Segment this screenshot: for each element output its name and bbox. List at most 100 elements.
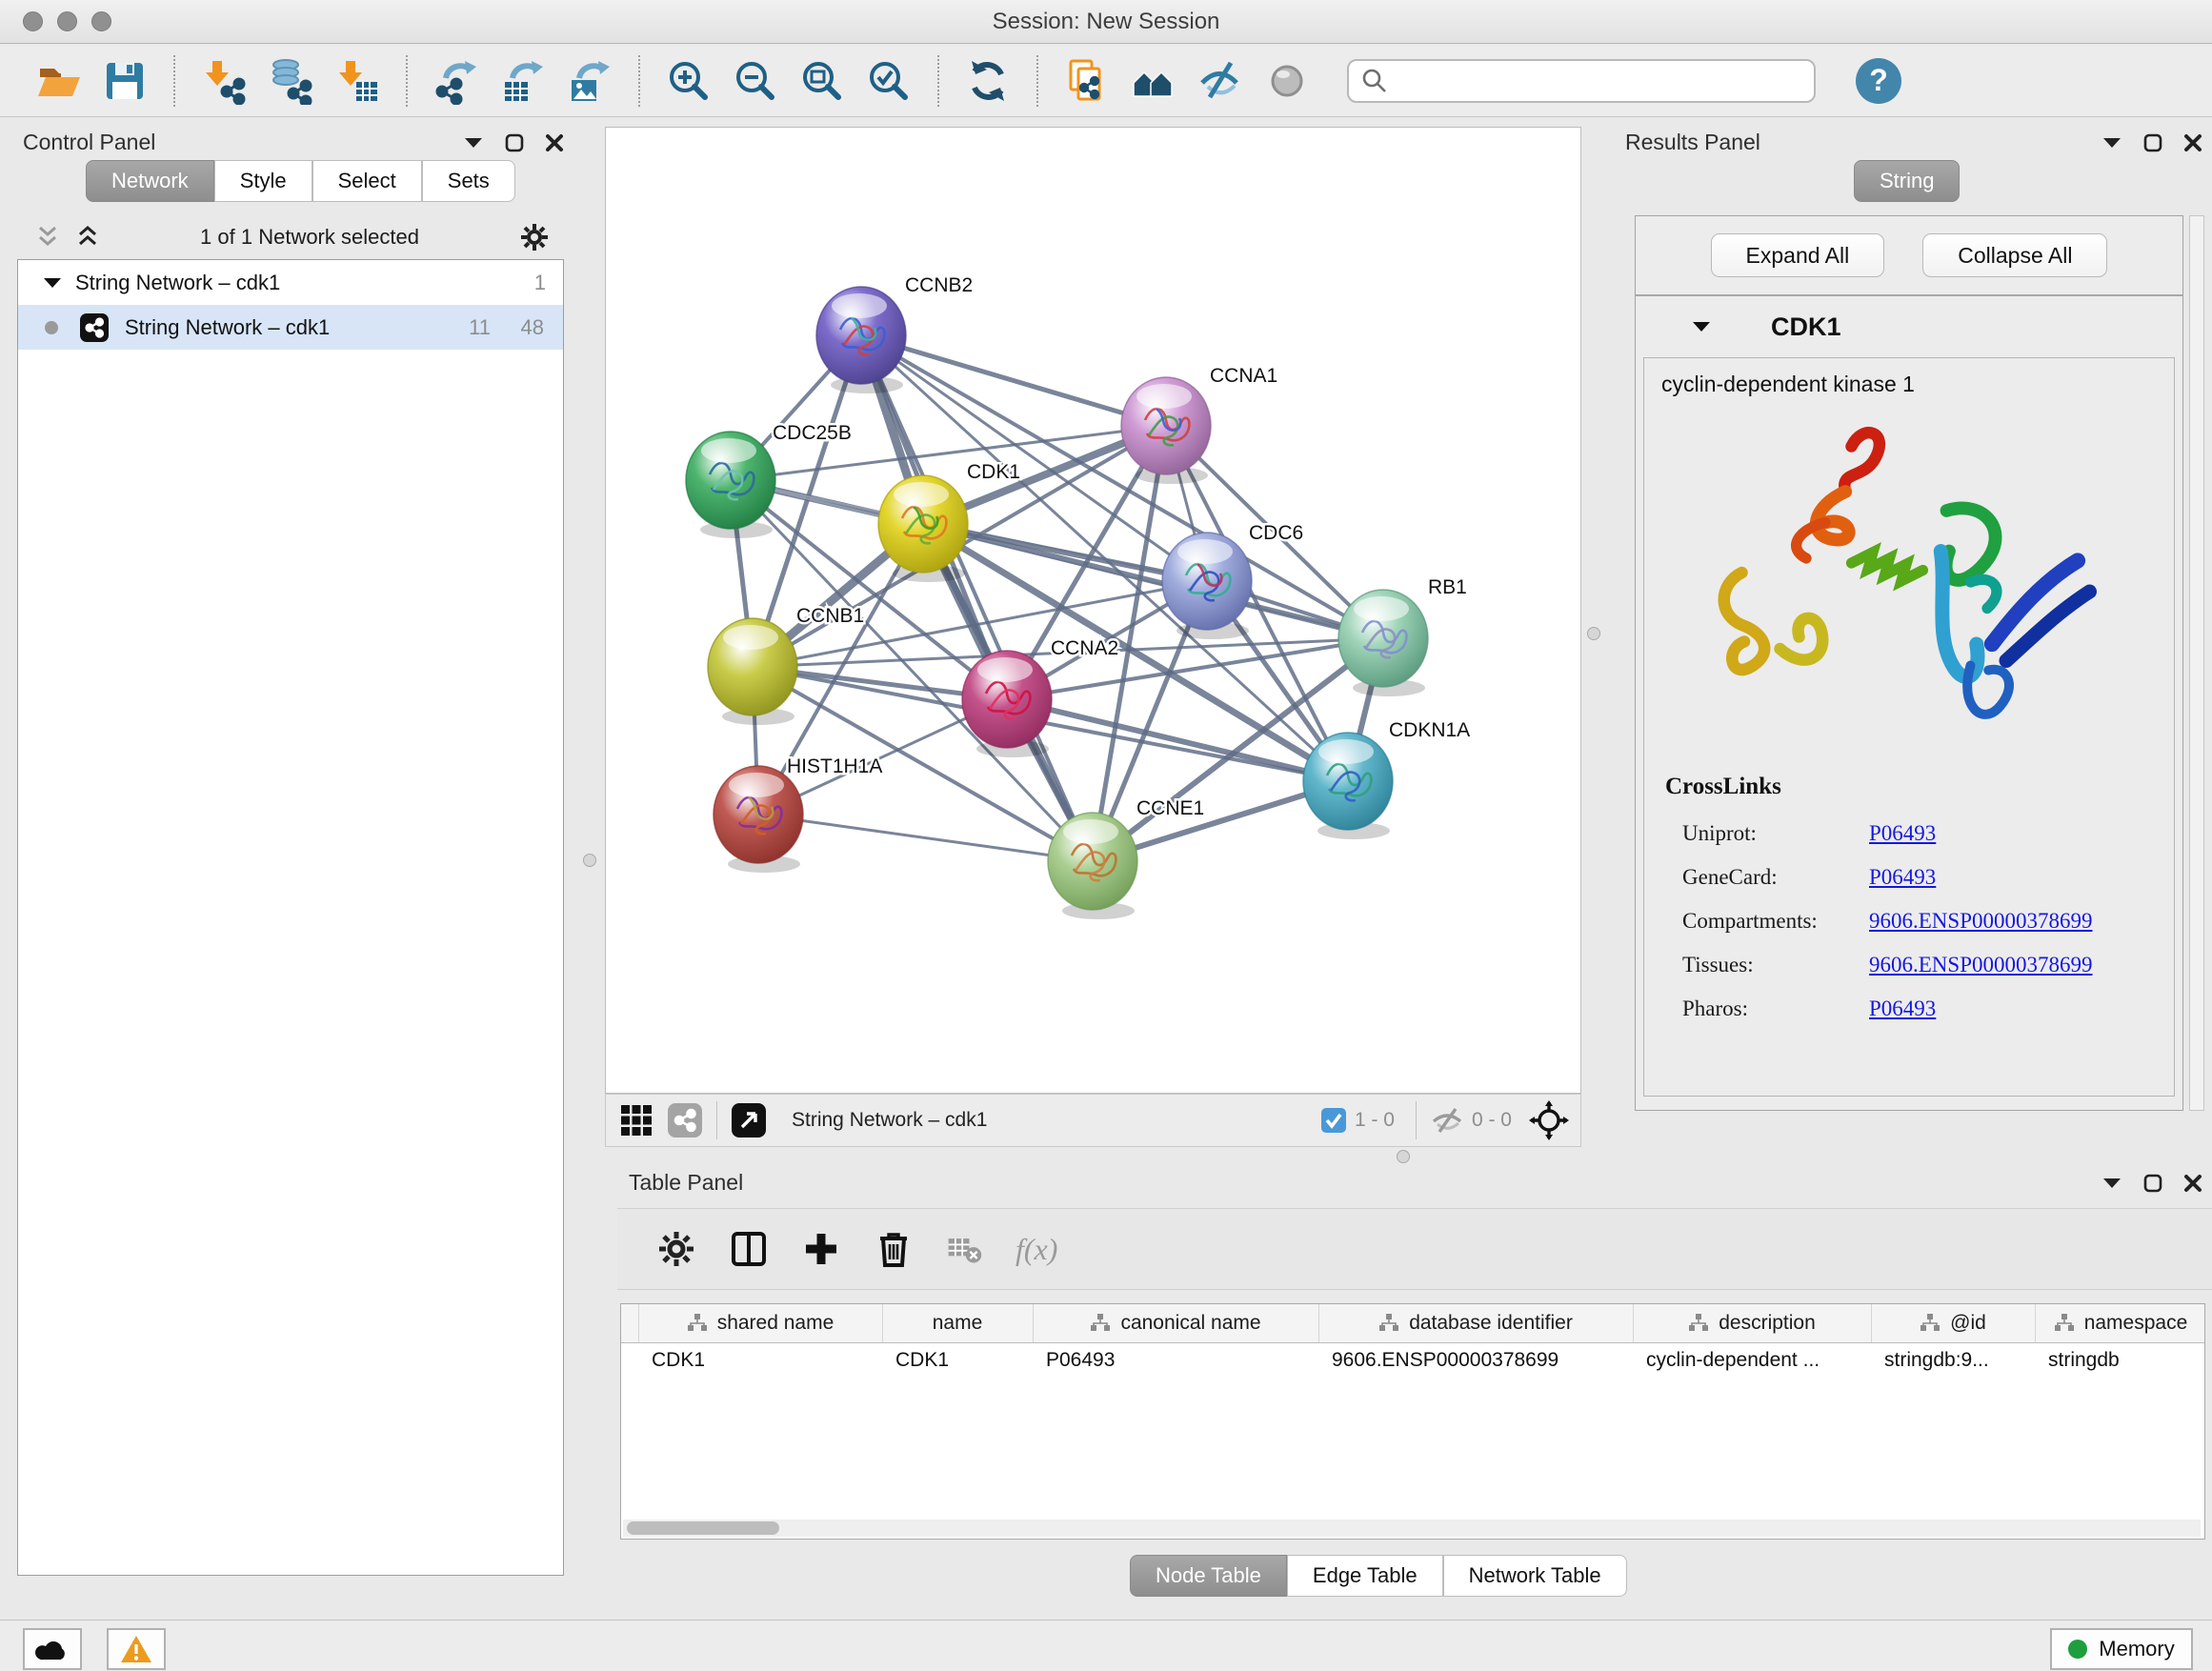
network-node-cdkn1a[interactable]: CDKN1A (1303, 719, 1470, 839)
zoom-selected-icon[interactable] (865, 57, 913, 105)
memory-button[interactable]: Memory (2050, 1628, 2193, 1670)
collection-expand-icon[interactable] (43, 276, 62, 290)
column-header-description[interactable]: description (1633, 1304, 1871, 1342)
open-session-icon[interactable] (34, 57, 82, 105)
network-view-mode-icon[interactable] (667, 1102, 703, 1138)
table-row[interactable]: CDK1CDK1P064939606.ENSP00000378699cyclin… (621, 1342, 2205, 1379)
crosslink-value-link[interactable]: P06493 (1869, 997, 1936, 1021)
crosslink-value-link[interactable]: 9606.ENSP00000378699 (1869, 953, 2093, 977)
add-column-icon[interactable] (800, 1228, 842, 1270)
crosslink-value-link[interactable]: P06493 (1869, 821, 1936, 846)
network-canvas[interactable]: CCNB2CCNA1CDC25BCDK1CDC6RB1CCNB1CCNA2CDK… (605, 127, 1581, 1094)
zoom-out-icon[interactable] (732, 57, 779, 105)
collapse-all-button[interactable]: Collapse All (1922, 233, 2107, 277)
export-network-icon[interactable] (432, 57, 480, 105)
tab-network-table[interactable]: Network Table (1443, 1555, 1627, 1597)
network-node-rb1[interactable]: RB1 (1338, 576, 1467, 696)
column-header-shared-name[interactable]: shared name (638, 1304, 882, 1342)
table-cell[interactable]: 9606.ENSP00000378699 (1318, 1342, 1633, 1379)
table-cell[interactable]: P06493 (1033, 1342, 1318, 1379)
hide-selected-icon[interactable] (1196, 57, 1244, 105)
show-columns-icon[interactable] (728, 1228, 770, 1270)
results-panel-menu-icon[interactable] (2101, 136, 2122, 150)
clone-network-icon[interactable] (1063, 57, 1111, 105)
selected-checkbox-icon[interactable] (1320, 1107, 1347, 1134)
show-selected-icon[interactable] (1263, 57, 1311, 105)
hidden-eye-slash-icon[interactable] (1430, 1106, 1464, 1135)
show-all-networks-icon[interactable] (1130, 57, 1177, 105)
right-splitter-handle[interactable] (1587, 627, 1600, 640)
column-header-name[interactable]: name (882, 1304, 1033, 1342)
crosslink-value-link[interactable]: P06493 (1869, 865, 1936, 890)
zoom-in-icon[interactable] (665, 57, 713, 105)
expand-all-button[interactable]: Expand All (1711, 233, 1885, 277)
results-scrollbar[interactable] (2189, 215, 2204, 1111)
tab-network[interactable]: Network (86, 160, 214, 202)
fit-selection-crosshair-icon[interactable] (1529, 1100, 1569, 1140)
collapse-all-networks-icon[interactable] (34, 225, 61, 250)
control-panel-menu-icon[interactable] (463, 136, 484, 150)
float-table-panel-icon[interactable] (2143, 1174, 2162, 1193)
import-table-icon[interactable] (333, 57, 381, 105)
column-header--id[interactable]: @id (1871, 1304, 2035, 1342)
import-network-file-icon[interactable] (200, 57, 248, 105)
network-collection-row[interactable]: String Network – cdk1 1 (18, 260, 563, 305)
left-splitter-handle[interactable] (583, 854, 596, 867)
table-horizontal-scrollbar[interactable] (623, 1520, 2201, 1537)
refresh-icon[interactable] (964, 57, 1012, 105)
column-header-database-identifier[interactable]: database identifier (1318, 1304, 1633, 1342)
scrollbar-thumb[interactable] (627, 1521, 779, 1535)
float-panel-icon[interactable] (505, 133, 524, 152)
export-table-icon[interactable] (499, 57, 547, 105)
export-image-icon[interactable] (566, 57, 613, 105)
network-row[interactable]: String Network – cdk1 11 48 (18, 305, 563, 350)
protein-collapse-icon[interactable] (1691, 320, 1712, 333)
table-cell[interactable]: stringdb:9... (1871, 1342, 2035, 1379)
delete-table-icon[interactable] (945, 1230, 983, 1268)
crosslink-value-link[interactable]: 9606.ENSP00000378699 (1869, 909, 2093, 934)
column-header-namespace[interactable]: namespace (2035, 1304, 2205, 1342)
expand-all-networks-icon[interactable] (74, 225, 101, 250)
network-graph[interactable]: CCNB2CCNA1CDC25BCDK1CDC6RB1CCNB1CCNA2CDK… (606, 128, 1580, 1093)
grid-view-icon[interactable] (619, 1103, 654, 1137)
table-cell[interactable]: CDK1 (882, 1342, 1033, 1379)
table-settings-icon[interactable] (655, 1228, 697, 1270)
network-node-ccna1[interactable]: CCNA1 (1121, 365, 1277, 484)
close-results-panel-icon[interactable] (2183, 133, 2202, 152)
tab-style[interactable]: Style (214, 160, 312, 202)
network-edge[interactable] (861, 335, 1166, 426)
table-cell[interactable]: stringdb (2035, 1342, 2205, 1379)
network-node-ccnb1[interactable]: CCNB1 (708, 605, 864, 725)
save-session-icon[interactable] (101, 57, 149, 105)
table-cell[interactable]: cyclin-dependent ... (1633, 1342, 1871, 1379)
birds-eye-view-icon[interactable] (731, 1102, 767, 1138)
bottom-splitter-handle[interactable] (1397, 1150, 1410, 1163)
network-node-hist1h1a[interactable]: HIST1H1A (714, 755, 882, 873)
tab-string[interactable]: String (1854, 160, 1960, 202)
table-panel-menu-icon[interactable] (2101, 1177, 2122, 1190)
column-header-canonical-name[interactable]: canonical name (1033, 1304, 1318, 1342)
search-input[interactable] (1389, 69, 1789, 93)
table-cell[interactable]: CDK1 (638, 1342, 882, 1379)
function-builder-icon[interactable]: f(x) (1016, 1232, 1057, 1267)
network-edge[interactable] (861, 335, 1093, 861)
zoom-fit-icon[interactable] (798, 57, 846, 105)
cloud-status-button[interactable] (23, 1628, 82, 1670)
warnings-button[interactable] (107, 1628, 166, 1670)
help-icon[interactable]: ? (1856, 58, 1901, 104)
tab-edge-table[interactable]: Edge Table (1287, 1555, 1443, 1597)
network-options-gear-icon[interactable] (518, 221, 551, 253)
close-table-panel-icon[interactable] (2183, 1174, 2202, 1193)
tab-node-table[interactable]: Node Table (1130, 1555, 1287, 1597)
tab-sets[interactable]: Sets (422, 160, 515, 202)
network-collection-label: String Network – cdk1 (75, 271, 280, 295)
tab-select[interactable]: Select (312, 160, 422, 202)
import-network-database-icon[interactable] (267, 57, 314, 105)
node-table[interactable]: shared namenamecanonical namedatabase id… (620, 1303, 2205, 1540)
close-panel-icon[interactable] (545, 133, 564, 152)
network-edge[interactable] (758, 815, 1093, 861)
float-results-panel-icon[interactable] (2143, 133, 2162, 152)
delete-column-icon[interactable] (873, 1228, 915, 1270)
node-label-ccnb2: CCNB2 (905, 274, 973, 296)
network-node-ccnb2[interactable]: CCNB2 (816, 274, 973, 393)
